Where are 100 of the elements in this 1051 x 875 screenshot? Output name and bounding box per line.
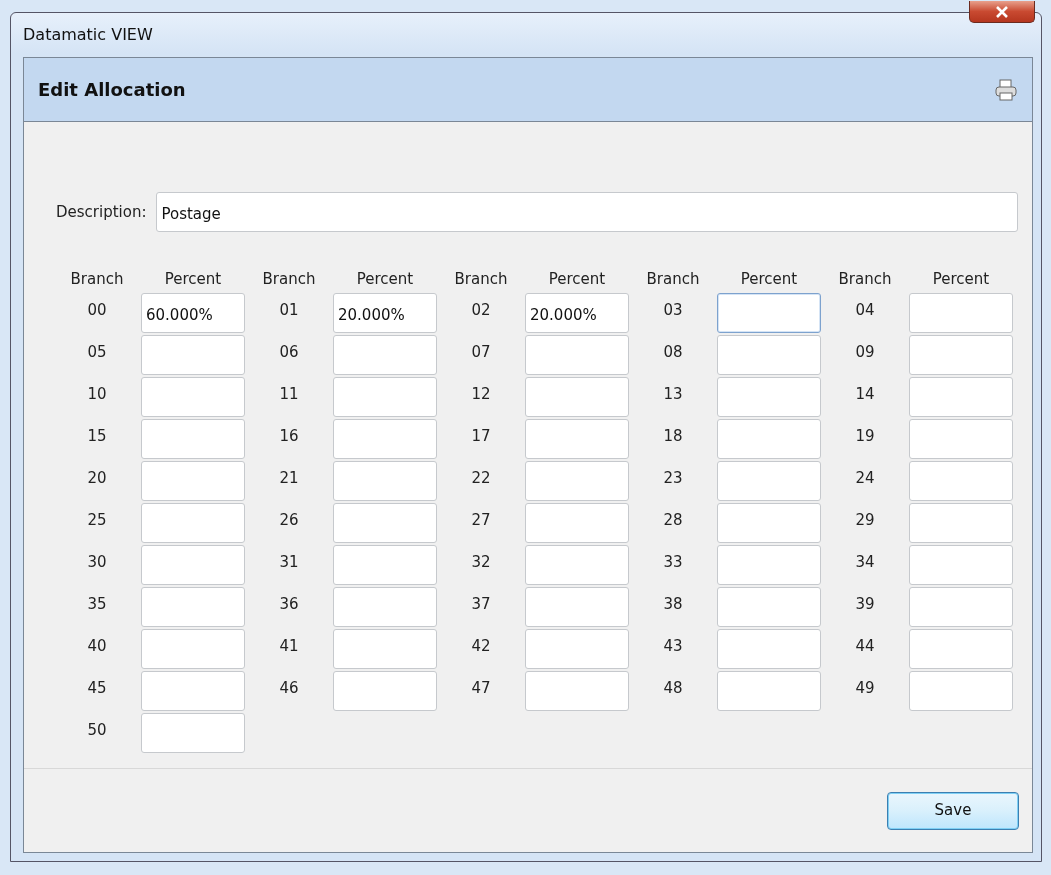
- branch-number: 17: [470, 425, 492, 447]
- percent-field[interactable]: [909, 460, 1013, 501]
- percent-header: Percent: [355, 269, 415, 290]
- percent-field[interactable]: [525, 628, 629, 669]
- percent-field[interactable]: [717, 376, 821, 417]
- percent-field[interactable]: [525, 586, 629, 627]
- percent-field[interactable]: [333, 418, 437, 459]
- percent-field[interactable]: [333, 670, 437, 711]
- percent-field[interactable]: [141, 460, 245, 501]
- branch-header: Branch: [69, 269, 125, 290]
- percent-field[interactable]: [909, 376, 1013, 417]
- percent-field[interactable]: [909, 586, 1013, 627]
- percent-field[interactable]: [717, 334, 821, 375]
- print-icon[interactable]: [994, 77, 1018, 102]
- percent-field[interactable]: 20.000%: [333, 292, 437, 333]
- percent-field[interactable]: [333, 376, 437, 417]
- percent-field[interactable]: [333, 502, 437, 543]
- percent-field[interactable]: [333, 460, 437, 501]
- percent-field[interactable]: [525, 460, 629, 501]
- percent-field[interactable]: [525, 418, 629, 459]
- percent-field[interactable]: [717, 460, 821, 501]
- branch-header: Branch: [837, 269, 893, 290]
- branch-number: 20: [86, 467, 108, 489]
- description-label: Description:: [56, 201, 147, 223]
- percent-field[interactable]: [525, 334, 629, 375]
- branch-number: 41: [278, 635, 300, 657]
- percent-field[interactable]: [141, 502, 245, 543]
- percent-field[interactable]: [909, 334, 1013, 375]
- branch-number: 00: [86, 299, 108, 321]
- branch-number: 44: [854, 635, 876, 657]
- branch-number: 10: [86, 383, 108, 405]
- branch-number: 06: [278, 341, 300, 363]
- branch-number: 32: [470, 551, 492, 573]
- percent-field[interactable]: 20.000%: [525, 292, 629, 333]
- branch-number: 50: [86, 719, 108, 741]
- percent-field[interactable]: [141, 628, 245, 669]
- percent-field[interactable]: [525, 544, 629, 585]
- percent-field[interactable]: [333, 586, 437, 627]
- percent-field[interactable]: [525, 376, 629, 417]
- percent-field[interactable]: [141, 334, 245, 375]
- branch-number: 30: [86, 551, 108, 573]
- percent-field[interactable]: [717, 628, 821, 669]
- branch-number: 39: [854, 593, 876, 615]
- percent-field[interactable]: [909, 292, 1013, 333]
- percent-field[interactable]: [525, 502, 629, 543]
- branch-number: 18: [662, 425, 684, 447]
- percent-field[interactable]: [333, 628, 437, 669]
- branch-number: 28: [662, 509, 684, 531]
- percent-field[interactable]: [909, 418, 1013, 459]
- branch-number: 40: [86, 635, 108, 657]
- branch-number: 07: [470, 341, 492, 363]
- percent-field[interactable]: [717, 544, 821, 585]
- percent-field[interactable]: [909, 502, 1013, 543]
- branch-number: 23: [662, 467, 684, 489]
- branch-number: 01: [278, 299, 300, 321]
- percent-field[interactable]: [141, 586, 245, 627]
- percent-field[interactable]: [525, 670, 629, 711]
- branch-number: 35: [86, 593, 108, 615]
- branch-number: 03: [662, 299, 684, 321]
- branch-number: 02: [470, 299, 492, 321]
- percent-field[interactable]: [717, 502, 821, 543]
- branch-number: 19: [854, 425, 876, 447]
- branch-number: 47: [470, 677, 492, 699]
- branch-number: 25: [86, 509, 108, 531]
- branch-number: 26: [278, 509, 300, 531]
- window-title: Datamatic VIEW: [23, 24, 153, 46]
- percent-header: Percent: [547, 269, 607, 290]
- percent-field[interactable]: [333, 544, 437, 585]
- percent-field[interactable]: [333, 334, 437, 375]
- branch-number: 46: [278, 677, 300, 699]
- percent-field[interactable]: [141, 670, 245, 711]
- close-icon: [995, 5, 1009, 18]
- percent-field[interactable]: [909, 670, 1013, 711]
- percent-field[interactable]: [717, 670, 821, 711]
- percent-header: Percent: [739, 269, 799, 290]
- branch-number: 05: [86, 341, 108, 363]
- percent-field[interactable]: [717, 586, 821, 627]
- percent-field[interactable]: [141, 712, 245, 753]
- branch-number: 29: [854, 509, 876, 531]
- branch-number: 27: [470, 509, 492, 531]
- branch-number: 11: [278, 383, 300, 405]
- description-field[interactable]: Postage: [156, 192, 1018, 232]
- branch-number: 43: [662, 635, 684, 657]
- close-button[interactable]: [969, 1, 1035, 23]
- branch-number: 08: [662, 341, 684, 363]
- percent-field[interactable]: 60.000%: [141, 292, 245, 333]
- branch-number: 45: [86, 677, 108, 699]
- percent-field[interactable]: [909, 544, 1013, 585]
- percent-field[interactable]: [909, 628, 1013, 669]
- percent-field[interactable]: [141, 544, 245, 585]
- branch-number: 36: [278, 593, 300, 615]
- percent-field[interactable]: [141, 418, 245, 459]
- branch-number: 38: [662, 593, 684, 615]
- percent-field[interactable]: [717, 418, 821, 459]
- branch-header: Branch: [453, 269, 509, 290]
- branch-number: 15: [86, 425, 108, 447]
- branch-header: Branch: [261, 269, 317, 290]
- percent-field[interactable]: [717, 292, 821, 333]
- percent-field[interactable]: [141, 376, 245, 417]
- save-button[interactable]: Save: [887, 791, 1019, 830]
